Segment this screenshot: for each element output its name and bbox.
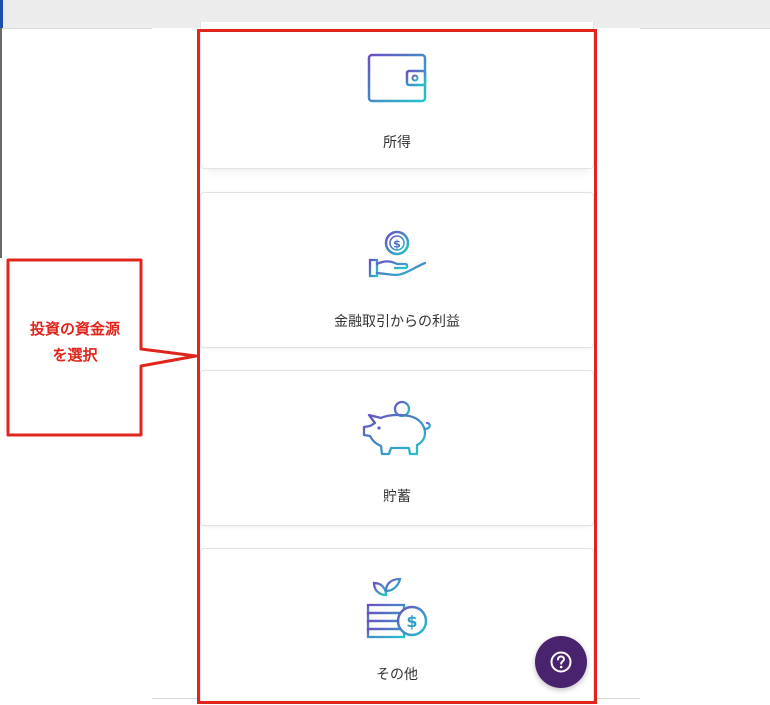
callout-line-2: を選択	[52, 346, 98, 364]
callout-text: 投資の資金源 を選択	[8, 316, 142, 368]
source-card-savings[interactable]: 貯蓄	[200, 370, 594, 526]
plant-coin-icon: $	[366, 577, 428, 639]
callout-line-1: 投資の資金源	[29, 320, 120, 338]
source-card-label: その他	[376, 667, 418, 683]
source-card-financial-gains[interactable]: $ 金融取引からの利益	[200, 192, 594, 348]
help-button[interactable]	[535, 636, 587, 688]
source-card-income[interactable]: 所得	[200, 22, 594, 169]
svg-text:$: $	[406, 612, 417, 631]
source-card-label: 貯蓄	[383, 489, 411, 505]
piggy-bank-icon	[362, 400, 431, 456]
wallet-icon	[367, 53, 427, 103]
source-card-label: 所得	[383, 135, 411, 151]
left-edge-strip	[0, 28, 2, 258]
coin-hand-icon: $	[368, 217, 427, 278]
source-card-other[interactable]: $ その他	[200, 548, 594, 701]
source-card-label: 金融取引からの利益	[334, 314, 460, 330]
svg-text:$: $	[393, 238, 401, 251]
top-bar-accent	[0, 0, 3, 28]
help-icon	[550, 651, 572, 673]
